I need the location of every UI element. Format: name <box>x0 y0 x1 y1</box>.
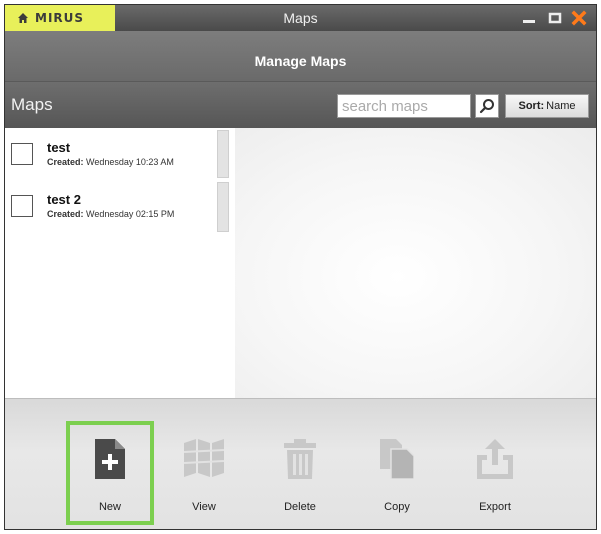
view-label: View <box>192 501 216 513</box>
delete-button[interactable]: Delete <box>256 399 344 529</box>
list-scrollbar[interactable] <box>217 128 229 232</box>
home-icon <box>18 13 28 23</box>
brand-logo[interactable]: MIRUS <box>5 5 115 31</box>
close-button[interactable] <box>568 5 590 31</box>
copy-icon <box>380 439 414 479</box>
map-name: test 2 <box>47 192 81 207</box>
sort-label: Sort: <box>518 100 545 112</box>
item-checkbox[interactable] <box>11 195 33 217</box>
map-created: Created: Wednesday 02:15 PM <box>47 209 174 219</box>
action-bar: New View Delete Copy Export <box>5 398 596 529</box>
scrollbar-segment[interactable] <box>217 130 229 178</box>
map-preview-pane <box>235 128 596 398</box>
created-label: Created: <box>47 157 84 167</box>
maps-section-label: Maps <box>11 95 53 114</box>
search-input[interactable] <box>337 94 471 118</box>
minimize-button[interactable] <box>518 5 540 31</box>
new-label: New <box>98 501 121 513</box>
export-icon <box>477 439 513 479</box>
created-value: Wednesday 02:15 PM <box>86 209 175 219</box>
item-checkbox[interactable] <box>11 143 33 165</box>
search-button[interactable] <box>475 94 499 118</box>
export-button[interactable]: Export <box>451 399 539 529</box>
page-header: Manage Maps <box>5 31 596 82</box>
title-bar: MIRUS Maps <box>5 5 596 31</box>
new-button[interactable]: New <box>66 399 154 529</box>
created-label: Created: <box>47 209 84 219</box>
close-icon <box>571 10 587 26</box>
delete-label: Delete <box>284 501 316 513</box>
copy-button[interactable]: Copy <box>353 399 441 529</box>
maps-toolbar: Maps Sort: Name <box>5 82 596 128</box>
map-name: test <box>47 140 71 155</box>
export-label: Export <box>479 501 511 513</box>
copy-label: Copy <box>384 501 410 513</box>
app-window: MIRUS Maps Manage Maps Maps Sort: Name <box>4 4 597 530</box>
brand-name: MIRUS <box>35 11 85 25</box>
list-item[interactable]: test Created: Wednesday 10:23 AM <box>5 128 217 172</box>
created-value: Wednesday 10:23 AM <box>86 157 174 167</box>
map-icon <box>184 439 224 477</box>
search-icon <box>479 99 494 114</box>
new-file-icon <box>95 439 125 479</box>
view-button[interactable]: View <box>160 399 248 529</box>
minimize-icon <box>523 20 535 23</box>
list-item[interactable]: test 2 Created: Wednesday 02:15 PM <box>5 180 217 224</box>
sort-button[interactable]: Sort: Name <box>505 94 589 118</box>
scrollbar-segment[interactable] <box>217 182 229 232</box>
maximize-icon <box>548 12 562 24</box>
trash-icon <box>284 439 316 479</box>
maps-list: test Created: Wednesday 10:23 AM test 2 … <box>5 128 235 398</box>
map-created: Created: Wednesday 10:23 AM <box>47 157 174 167</box>
maximize-button[interactable] <box>544 5 566 31</box>
sort-value: Name <box>546 100 576 112</box>
